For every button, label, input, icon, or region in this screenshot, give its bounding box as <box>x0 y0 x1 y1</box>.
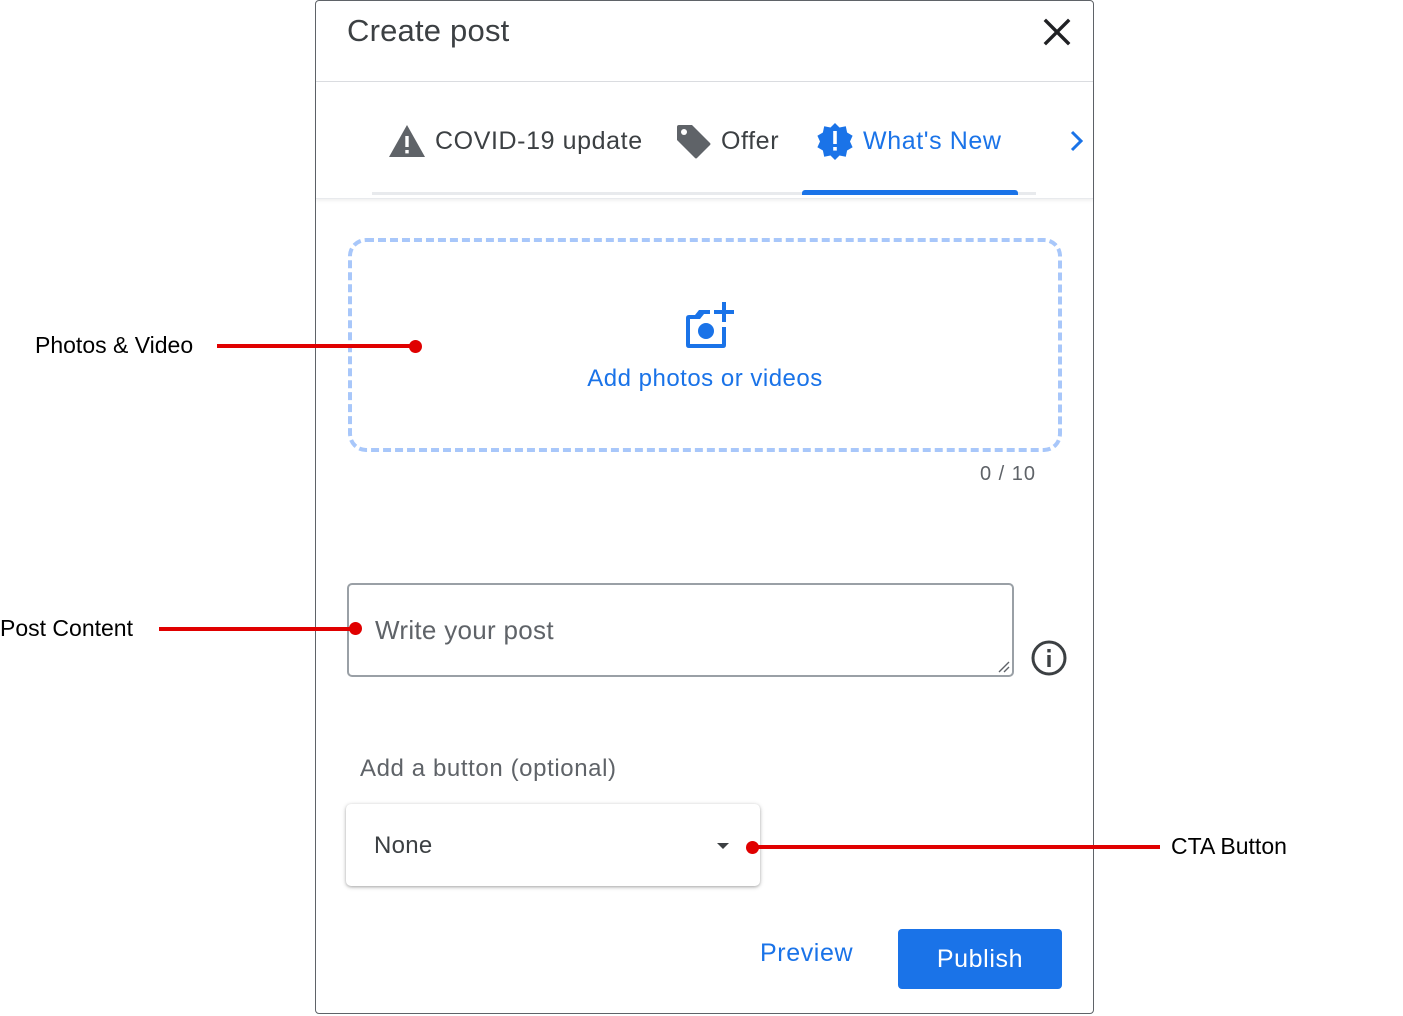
info-button[interactable] <box>1030 639 1068 677</box>
cta-section-label: Add a button (optional) <box>360 755 617 782</box>
new-badge-icon <box>817 123 853 160</box>
annotation-dot-cta <box>746 841 759 854</box>
post-placeholder: Write your post <box>375 615 554 645</box>
tab-offer[interactable]: Offer <box>674 118 779 164</box>
screenshot-canvas: Create post COVID-19 update Offer What's… <box>0 0 1403 1016</box>
dialog-title: Create post <box>347 13 510 48</box>
tab-covid-update[interactable]: COVID-19 update <box>388 118 643 164</box>
tabs-next-button[interactable] <box>1064 126 1090 156</box>
annotation-line-cta <box>752 845 1160 849</box>
annotation-cta-button: CTA Button <box>1171 833 1287 859</box>
dialog-header: Create post <box>316 1 1093 82</box>
cta-selected-value: None <box>374 832 433 859</box>
preview-button[interactable]: Preview <box>760 939 853 983</box>
dropdown-caret-icon <box>717 843 729 849</box>
add-photo-icon <box>686 302 734 348</box>
annotation-dot-post <box>349 622 362 635</box>
add-media-label: Add photos or videos <box>587 365 823 392</box>
warning-icon <box>389 125 425 157</box>
post-content-textarea[interactable]: Write your post <box>347 583 1014 677</box>
annotation-dot-photos <box>409 340 422 353</box>
chevron-right-icon <box>1070 130 1084 152</box>
tag-icon <box>677 125 711 159</box>
close-icon <box>1043 18 1071 46</box>
cta-button-select[interactable]: None <box>346 804 760 886</box>
tab-label: Offer <box>721 126 780 155</box>
close-button[interactable] <box>1040 15 1074 49</box>
info-icon <box>1031 640 1067 676</box>
tab-label: What's New <box>863 126 1002 155</box>
annotation-photos-video: Photos & Video <box>35 332 194 358</box>
tab-label: COVID-19 update <box>435 126 643 155</box>
media-count: 0 / 10 <box>979 463 1036 485</box>
add-media-dropzone[interactable]: Add photos or videos <box>348 238 1062 452</box>
publish-button[interactable]: Publish <box>898 929 1062 989</box>
annotation-line-photos <box>217 344 415 348</box>
annotation-line-post <box>159 627 355 631</box>
post-type-tabs: COVID-19 update Offer What's New <box>316 82 1093 199</box>
annotation-post-content: Post Content <box>0 615 133 641</box>
create-post-dialog: Create post COVID-19 update Offer What's… <box>315 0 1094 1014</box>
active-tab-indicator <box>802 190 1018 195</box>
tab-whats-new[interactable]: What's New <box>816 118 1002 164</box>
resize-grip-icon[interactable] <box>996 659 1010 673</box>
